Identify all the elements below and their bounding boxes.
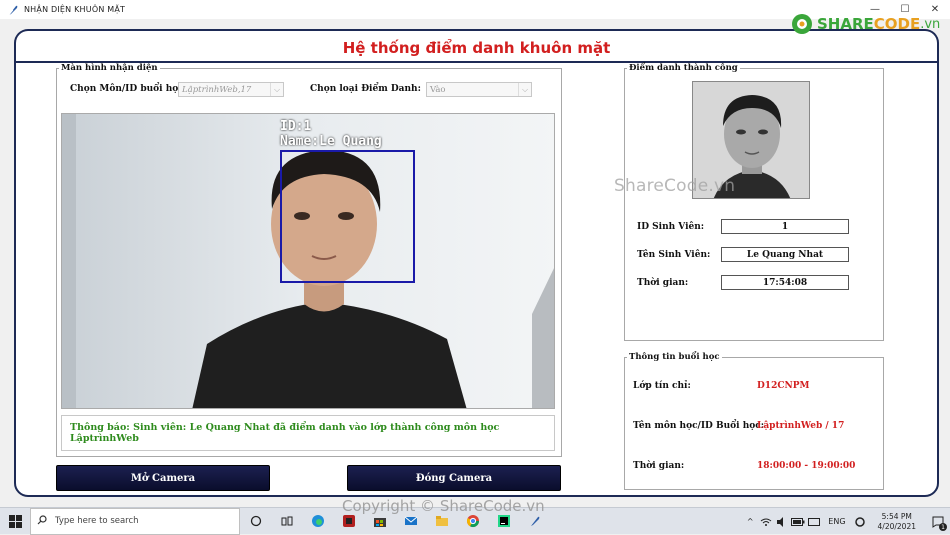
sharecode-logo: SHARE CODE .vn: [790, 12, 940, 36]
type-label: Chọn loại Điểm Danh:: [310, 84, 421, 94]
session-legend: Thông tin buổi học: [629, 352, 720, 362]
search-placeholder: Type here to search: [55, 516, 139, 526]
close-camera-button[interactable]: Đóng Camera: [347, 465, 561, 491]
app-body: Hệ thống điểm danh khuôn mặt Màn hình nh…: [0, 19, 950, 507]
type-select[interactable]: Vào ⌵: [426, 82, 532, 97]
window-title: NHẬN DIỆN KHUÔN MẶT: [24, 5, 126, 14]
chevron-up-icon[interactable]: ^: [742, 508, 758, 535]
type-select-value: Vào: [430, 84, 446, 95]
session-time-value: 18:00:00 - 19:00:00: [757, 461, 856, 471]
keyboard-icon[interactable]: [806, 508, 822, 535]
clock-time: 5:54 PM: [881, 511, 912, 521]
session-time-label: Thời gian:: [633, 461, 685, 471]
logo-gear-icon: [792, 14, 812, 34]
session-subject-value: LậptrìnhWeb / 17: [757, 421, 845, 431]
task-view-icon[interactable]: [271, 508, 302, 535]
search-icon: [37, 514, 47, 528]
watermark-center: ShareCode.vn: [614, 176, 736, 196]
class-label: Lớp tín chỉ:: [633, 381, 691, 391]
recognition-legend: Màn hình nhận diện: [61, 63, 158, 73]
subject-label: Chọn Môn/ID buổi học:: [70, 84, 188, 94]
student-id-field: 1: [721, 219, 849, 234]
page-title: Hệ thống điểm danh khuôn mặt: [342, 39, 611, 57]
class-value: D12CNPM: [757, 381, 810, 391]
attendance-time-field: 17:54:08: [721, 275, 849, 290]
network-icon[interactable]: [758, 508, 774, 535]
notification-icon[interactable]: 1: [926, 508, 950, 535]
language-indicator[interactable]: ENG: [822, 517, 851, 526]
student-name-field: Le Quang Nhat: [721, 247, 849, 262]
face-overlay-id: ID:1: [280, 119, 312, 134]
system-tray: ^ ENG 5:54 PM 4/20/2021 1: [742, 508, 950, 535]
settings-tray-icon[interactable]: [852, 508, 868, 535]
notification-badge: 1: [939, 523, 947, 531]
face-detection-box: [280, 150, 415, 283]
feather-icon: [6, 3, 20, 17]
student-name-label: Tên Sinh Viên:: [637, 250, 711, 260]
edge-icon[interactable]: [302, 508, 333, 535]
logo-tld: .vn: [920, 16, 941, 32]
chevron-down-icon[interactable]: ⌵: [518, 83, 531, 96]
notice-message: Thông báo: Sinh viên: Le Quang Nhat đã đ…: [61, 415, 555, 451]
face-overlay-name: Name:Le Quang: [280, 134, 382, 149]
subject-select[interactable]: LậptrìnhWeb,17 ⌵: [178, 82, 284, 97]
success-legend: Điểm danh thành công: [629, 63, 738, 73]
volume-icon[interactable]: [774, 508, 790, 535]
windows-start-icon[interactable]: [0, 508, 30, 535]
clock-date: 4/20/2021: [877, 521, 916, 531]
logo-share: SHARE: [817, 15, 874, 33]
open-camera-button[interactable]: Mở Camera: [56, 465, 270, 491]
camera-feed: ID:1 Name:Le Quang: [61, 113, 555, 409]
watermark-copyright: Copyright © ShareCode.vn: [342, 497, 545, 515]
logo-code: CODE: [873, 15, 921, 33]
chevron-down-icon[interactable]: ⌵: [270, 83, 283, 96]
student-id-label: ID Sinh Viên:: [637, 222, 705, 232]
cortana-icon[interactable]: [240, 508, 271, 535]
session-subject-label: Tên môn học/ID Buổi học:: [633, 421, 765, 431]
taskbar-search[interactable]: Type here to search: [30, 507, 240, 535]
face-overlay-label: ID:1 Name:Le Quang: [280, 119, 382, 149]
battery-icon[interactable]: [790, 508, 806, 535]
subject-select-value: LậptrìnhWeb,17: [182, 84, 252, 95]
taskbar-clock[interactable]: 5:54 PM 4/20/2021: [868, 512, 926, 532]
attendance-time-label: Thời gian:: [637, 278, 689, 288]
